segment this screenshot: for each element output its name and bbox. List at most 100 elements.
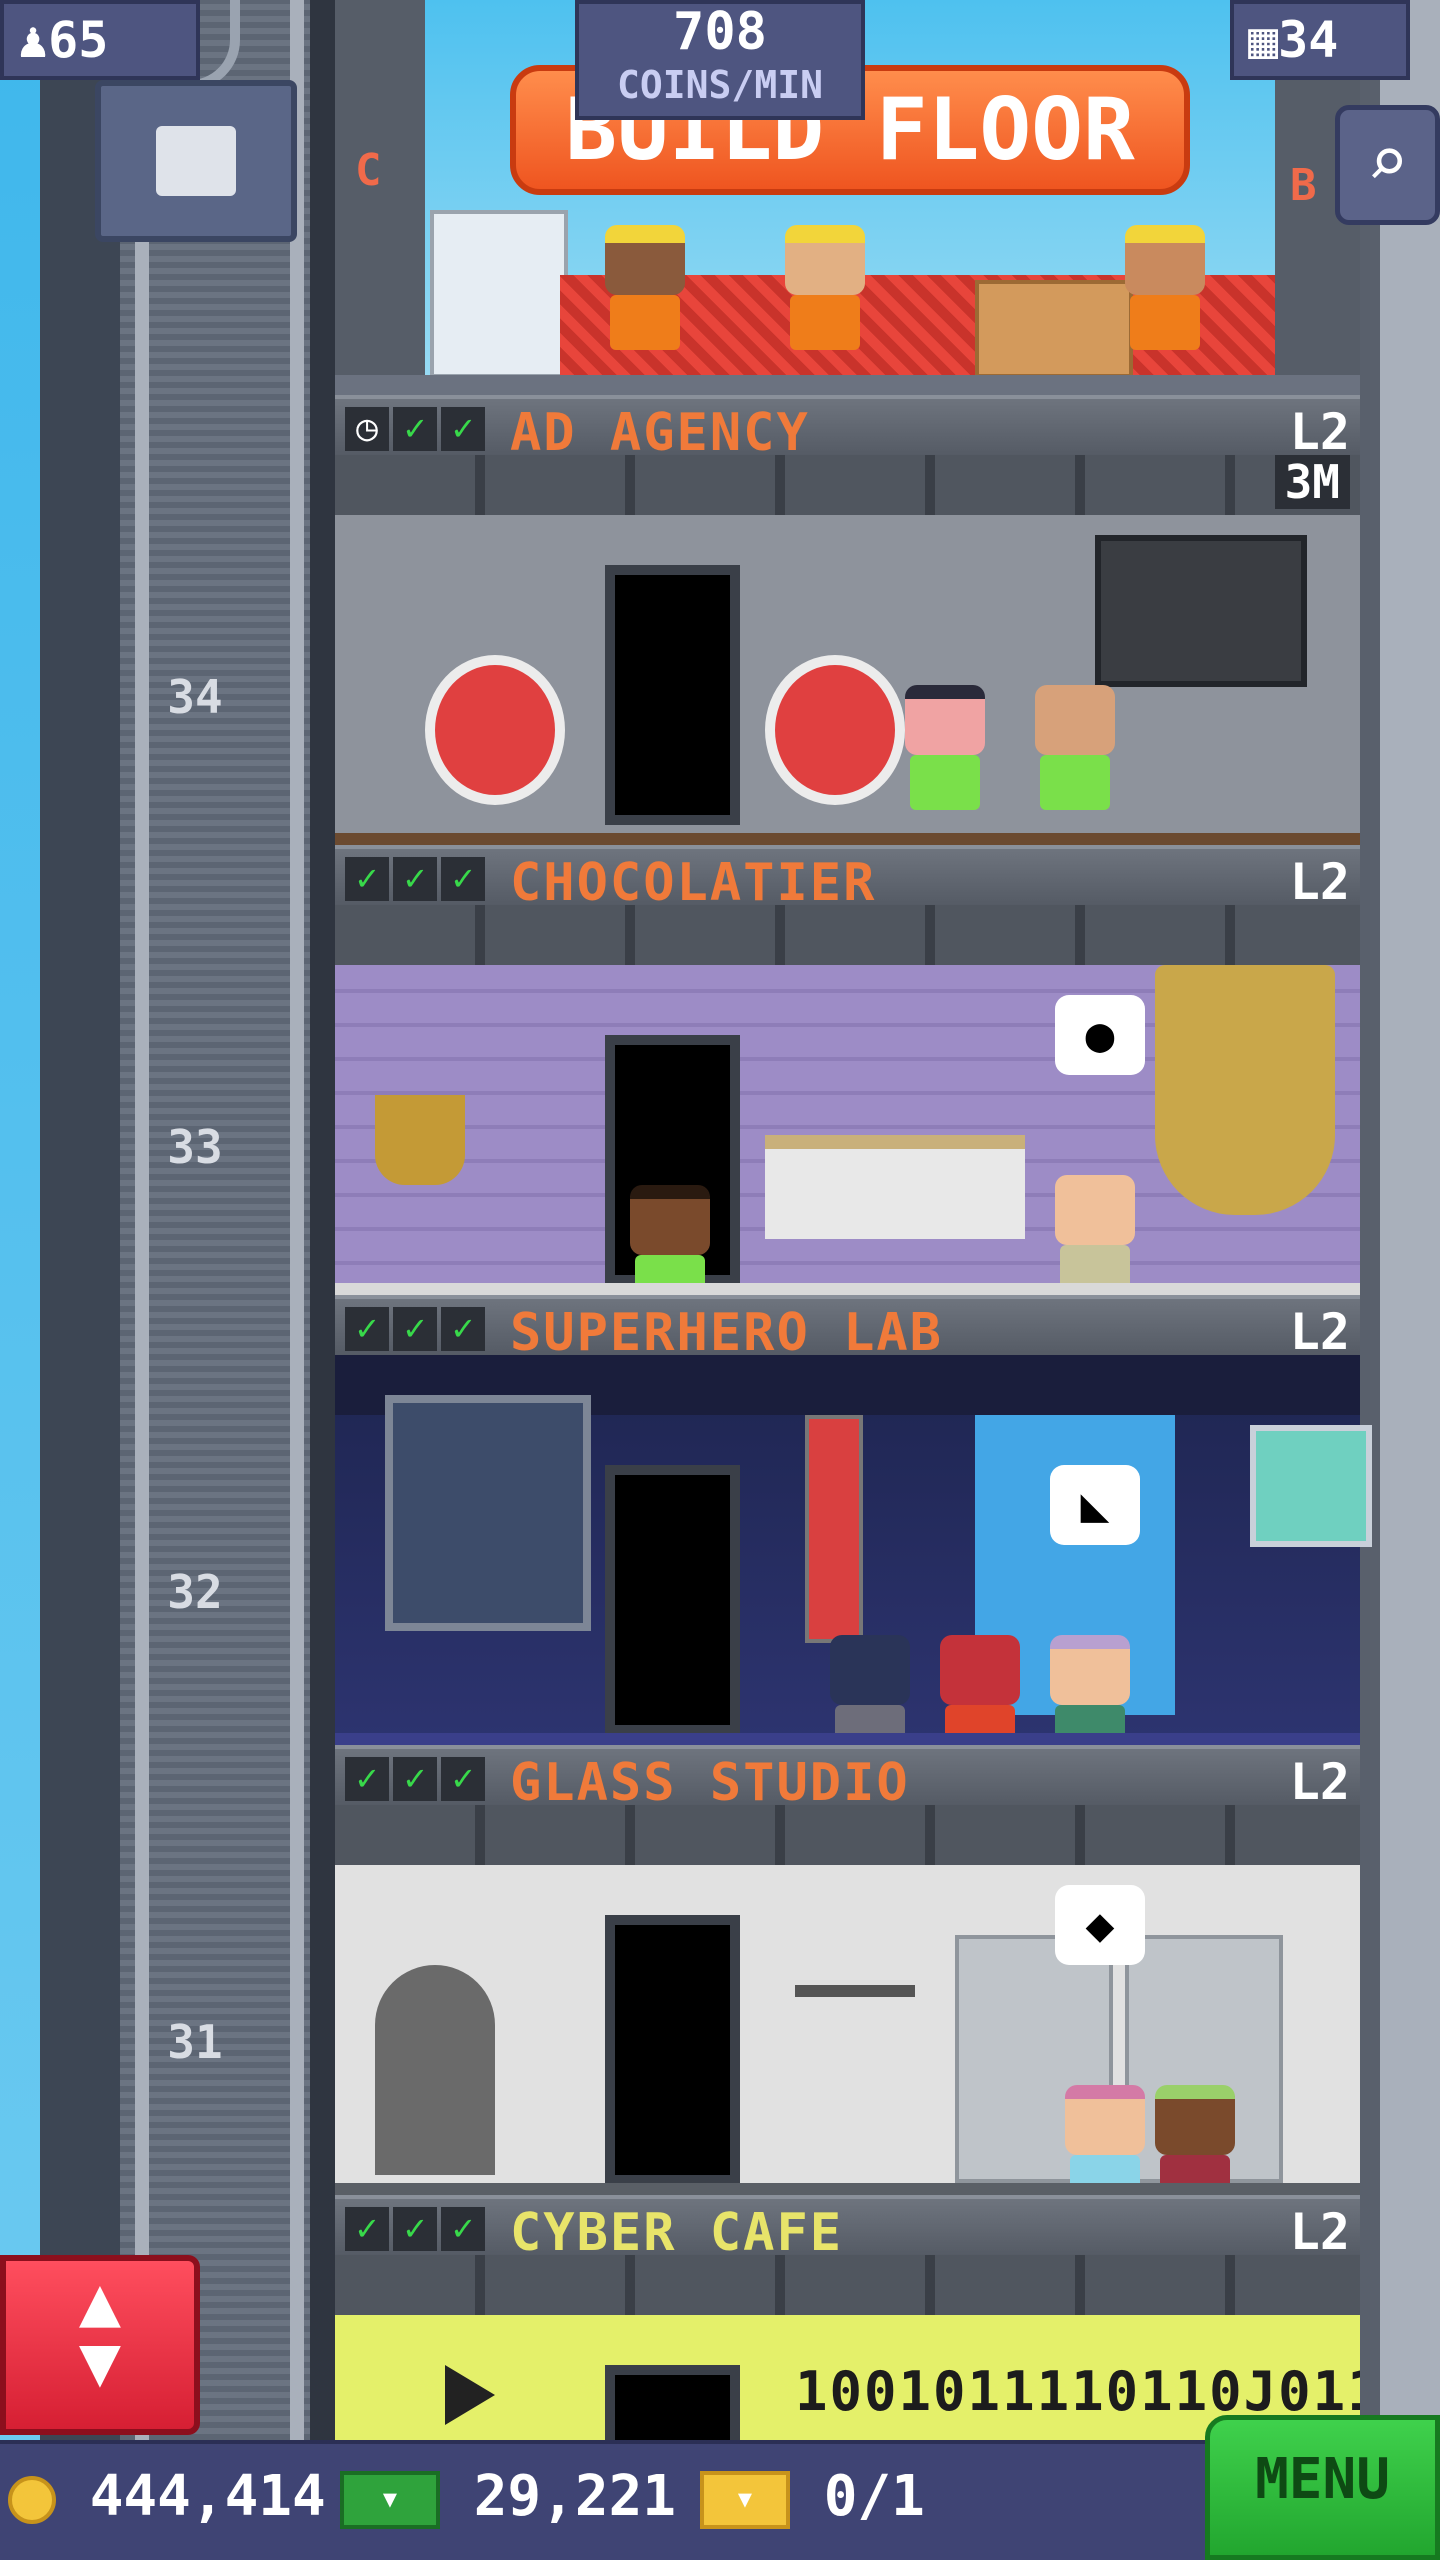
room-ceiling <box>335 455 1360 515</box>
shaft-floor-number: 34 <box>167 670 223 724</box>
population-value: 65 <box>48 11 109 69</box>
floor-level: L2 <box>1289 1753 1350 1811</box>
chocolate-tank <box>1155 965 1335 1215</box>
dna-tube <box>805 1415 863 1643</box>
cocoa-bowl <box>375 1095 465 1185</box>
check-icon: ✓ <box>441 1307 485 1351</box>
check-icon: ✓ <box>345 1757 389 1801</box>
employee[interactable] <box>905 685 985 810</box>
elevator-door <box>605 1915 740 2185</box>
construction-floor <box>335 375 1360 395</box>
coins-per-min-label: COINS/MIN <box>617 63 823 107</box>
tower-left-edge <box>310 0 335 2440</box>
chocolate-counter <box>765 1135 1025 1239</box>
elevator-button[interactable]: ▲ ▼ <box>0 2255 200 2435</box>
shaft-floor-number: 33 <box>167 1120 223 1174</box>
bux-icon: ▾ <box>340 2470 440 2529</box>
stock-status: ✓ ✓ ✓ <box>345 1757 485 1801</box>
coins-value: 444,414 <box>89 2464 326 2529</box>
room-floor <box>335 1733 1360 1745</box>
stock-status: ✓ ✓ ✓ <box>345 1307 485 1351</box>
search-button[interactable]: ⌕ <box>1335 105 1440 225</box>
floor-name: CYBER CAFE <box>510 2203 844 2263</box>
check-icon: ✓ <box>441 857 485 901</box>
thought-bubble[interactable]: ◣ <box>1050 1465 1140 1545</box>
construction-worker <box>1125 225 1205 350</box>
stock-status: ✓ ✓ ✓ <box>345 857 485 901</box>
building-icon: ▦ <box>1248 11 1279 69</box>
elevator-operator <box>156 126 236 196</box>
employee[interactable] <box>1035 685 1115 810</box>
floor-level: L2 <box>1289 403 1350 461</box>
bux-value: 29,221 <box>473 2464 677 2529</box>
floor-level: L2 <box>1289 2203 1350 2261</box>
shaft-rail-left <box>135 0 149 2440</box>
floor-level: L2 <box>1289 853 1350 911</box>
elevator-door <box>605 565 740 825</box>
floor-name: SUPERHERO LAB <box>510 1303 943 1363</box>
floor-ad-agency[interactable]: ◷ ✓ ✓ AD AGENCY L2 3M <box>335 395 1360 845</box>
thought-bubble[interactable]: ● <box>1055 995 1145 1075</box>
glass-pane <box>430 210 568 378</box>
clock-icon: ◷ <box>345 407 389 451</box>
room-floor <box>335 1283 1360 1295</box>
floor-glass-studio[interactable]: ✓ ✓ ✓ GLASS STUDIO L2 ◆ <box>335 1745 1360 2210</box>
floor-header: ◷ ✓ ✓ AD AGENCY L2 <box>335 395 1360 463</box>
room-ceiling <box>335 1805 1360 1865</box>
room-glass-studio: ◆ <box>335 1805 1360 2210</box>
floor-chocolatier[interactable]: ✓ ✓ ✓ CHOCOLATIER L2 ● <box>335 845 1360 1310</box>
cursor-decor-icon <box>445 2365 495 2425</box>
floors-count-value: 34 <box>1278 11 1339 69</box>
shaft-floor-number: 31 <box>167 2015 223 2069</box>
build-side-label-left: C <box>355 145 382 196</box>
room-floor <box>335 2183 1360 2195</box>
coins-per-minute-display: 708 COINS/MIN <box>575 0 865 120</box>
egg-chair <box>425 655 565 805</box>
shaft-rail-right <box>290 0 304 2440</box>
elevator-car[interactable] <box>95 80 297 242</box>
thought-bubble[interactable]: ◆ <box>1055 1885 1145 1965</box>
binary-wall-text: 1001011110110J011 <box>795 2360 1360 2423</box>
construction-pillar-left <box>335 0 425 395</box>
tower-right-wall <box>1380 0 1440 2440</box>
floor-cyber-cafe[interactable]: ✓ ✓ ✓ CYBER CAFE L2 1001011110110J011 <box>335 2195 1360 2440</box>
population-counter[interactable]: ♟65 <box>0 0 200 80</box>
menu-button[interactable]: MENU <box>1205 2415 1440 2560</box>
tickets-display[interactable]: ▾ 0/1 <box>700 2464 925 2529</box>
check-icon: ✓ <box>393 1757 437 1801</box>
room-chocolatier: ● <box>335 905 1360 1310</box>
coins-display[interactable]: 444,414 <box>8 2464 326 2529</box>
employee[interactable] <box>1055 1175 1135 1300</box>
check-icon: ✓ <box>345 2207 389 2251</box>
check-icon: ✓ <box>393 2207 437 2251</box>
check-icon: ✓ <box>441 1757 485 1801</box>
floor-level: L2 <box>1289 1303 1350 1361</box>
room-cyber-cafe: 1001011110110J011 <box>335 2255 1360 2440</box>
construction-worker <box>605 225 685 350</box>
bux-display[interactable]: ▾ 29,221 <box>340 2464 676 2529</box>
room-superhero-lab: ◣ <box>335 1355 1372 1760</box>
person-icon: ♟ <box>18 11 49 69</box>
floor-name: AD AGENCY <box>510 403 810 463</box>
stock-status: ◷ ✓ ✓ <box>345 407 485 451</box>
room-ad-agency: 3M <box>335 455 1360 845</box>
hero-scanner-screen <box>385 1395 591 1631</box>
tool-rack <box>795 1985 915 1997</box>
floor-superhero-lab[interactable]: ✓ ✓ ✓ SUPERHERO LAB L2 ◣ <box>335 1295 1372 1760</box>
elevator-door <box>605 1465 740 1735</box>
floors-counter[interactable]: ▦34 <box>1230 0 1410 80</box>
check-icon: ✓ <box>393 407 437 451</box>
elevator-door <box>605 2365 740 2440</box>
check-icon: ✓ <box>393 857 437 901</box>
build-side-label-right: B <box>1290 160 1317 211</box>
floor-header: ✓ ✓ ✓ GLASS STUDIO L2 <box>335 1745 1360 1813</box>
elevator-shaft <box>40 0 330 2440</box>
check-icon: ✓ <box>345 857 389 901</box>
check-icon: ✓ <box>441 407 485 451</box>
floor-header: ✓ ✓ ✓ CHOCOLATIER L2 <box>335 845 1360 913</box>
arrow-down-icon: ▼ <box>78 2320 122 2402</box>
check-icon: ✓ <box>441 2207 485 2251</box>
world-map <box>1250 1425 1372 1547</box>
floor-header: ✓ ✓ ✓ SUPERHERO LAB L2 <box>335 1295 1360 1363</box>
shaft-floor-number: 32 <box>167 1565 223 1619</box>
